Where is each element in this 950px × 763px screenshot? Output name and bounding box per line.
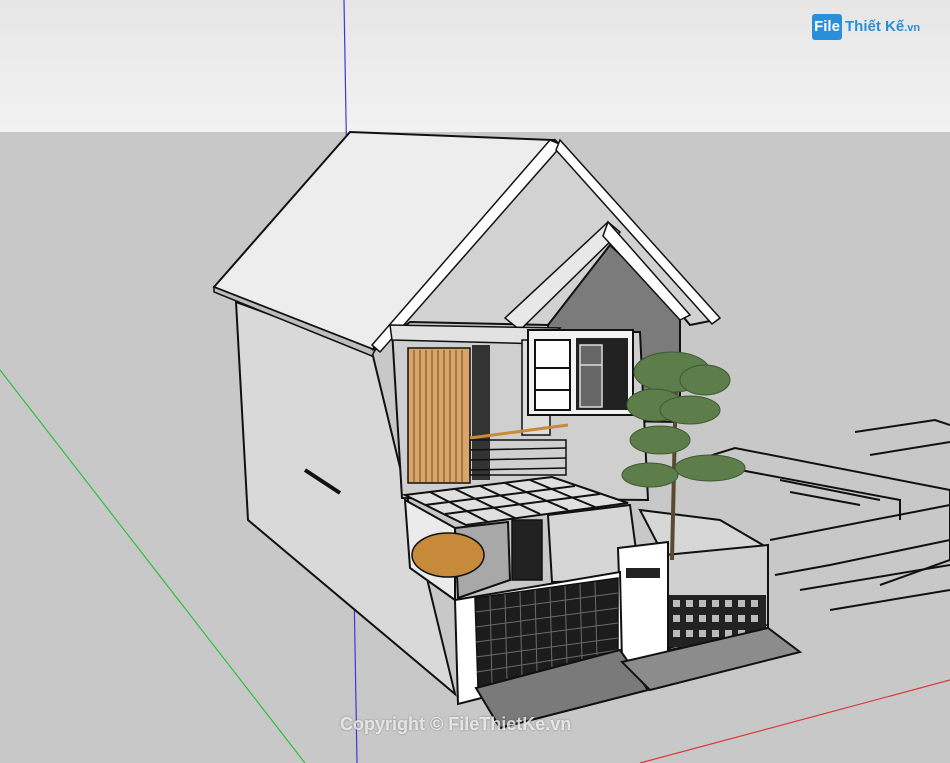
logo-tld: .vn xyxy=(904,22,921,34)
house-model[interactable] xyxy=(0,0,950,763)
logo-text: Thiết Kế.vn xyxy=(845,18,920,35)
red-axis xyxy=(639,679,950,763)
wood-slat-screen xyxy=(407,347,471,484)
site-logo[interactable]: File Thiết Kế.vn xyxy=(812,14,922,40)
upper-window xyxy=(527,329,634,416)
sketchup-viewport[interactable]: File Thiết Kế.vn Copyright © FileThietKe… xyxy=(0,0,950,763)
logo-badge: File xyxy=(812,14,842,40)
logo-name: Thiết Kế xyxy=(845,18,905,35)
copyright-watermark: Copyright © FileThietKe.vn xyxy=(340,714,572,734)
car xyxy=(411,532,485,578)
gate-pillar xyxy=(616,540,669,666)
